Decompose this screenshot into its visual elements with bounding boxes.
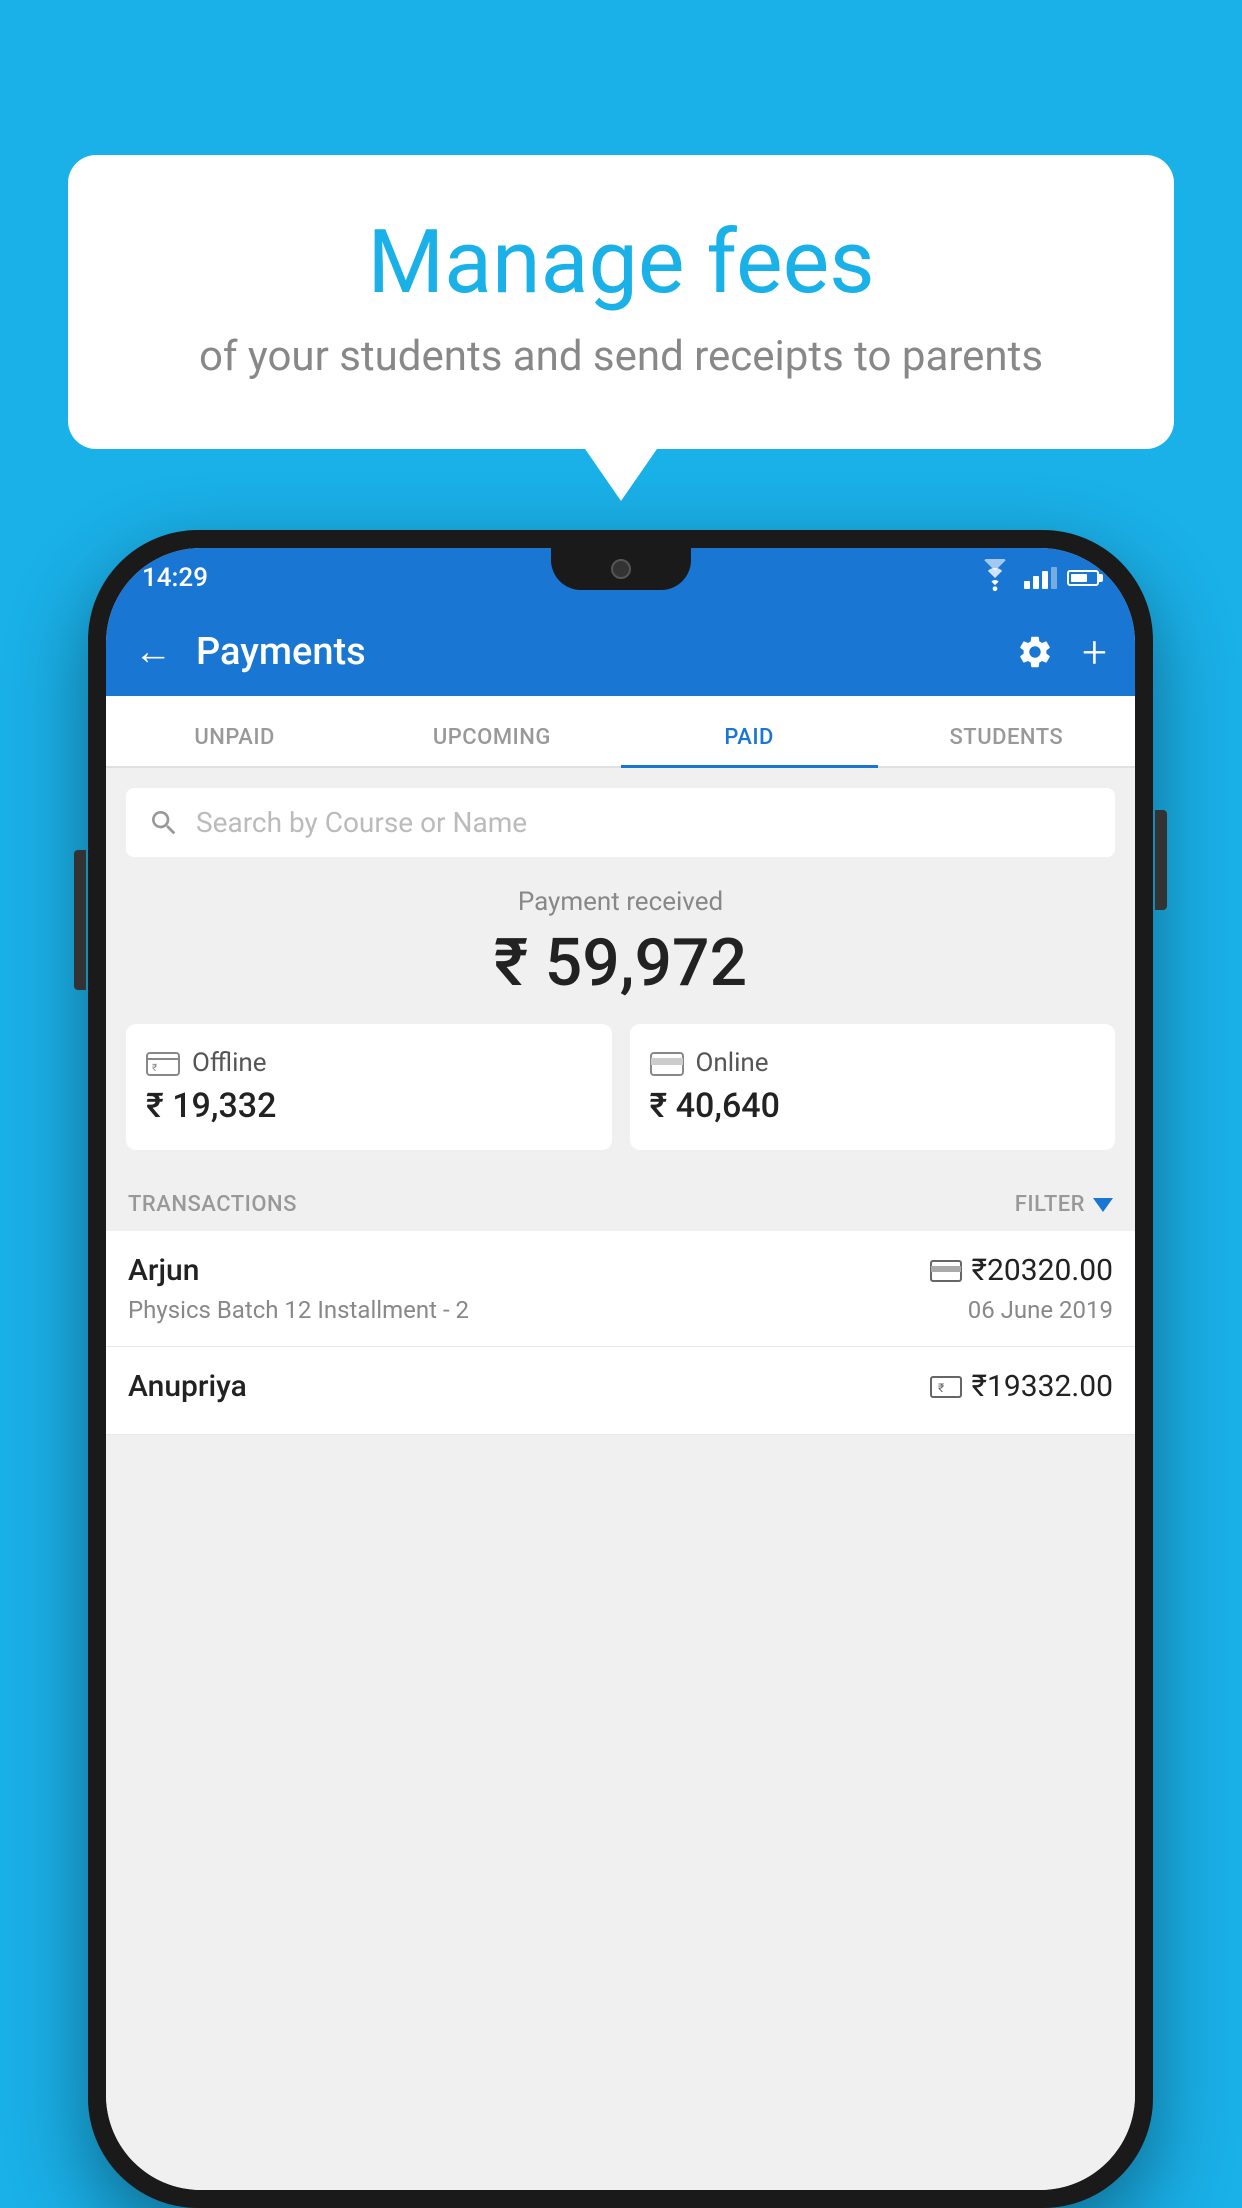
tab-students[interactable]: STUDENTS: [878, 725, 1135, 766]
bubble-title: Manage fees: [148, 215, 1094, 312]
filter-icon: [1093, 1198, 1113, 1212]
back-button[interactable]: ←: [134, 633, 172, 671]
phone-device: 14:29: [88, 530, 1153, 2208]
speech-bubble-container: Manage fees of your students and send re…: [68, 155, 1174, 449]
offline-payment-card: ₹ Offline ₹ 19,332: [126, 1024, 612, 1150]
transaction-top-2: Anupriya ₹ ₹19332.00: [128, 1369, 1113, 1404]
transaction-bottom: Physics Batch 12 Installment - 2 06 June…: [128, 1296, 1113, 1324]
transaction-top: Arjun ₹20320.00: [128, 1253, 1113, 1288]
tabs-bar: UNPAID UPCOMING PAID STUDENTS: [106, 696, 1135, 768]
speech-bubble: Manage fees of your students and send re…: [68, 155, 1174, 449]
add-button[interactable]: +: [1082, 630, 1107, 674]
search-icon: [148, 807, 180, 839]
tab-upcoming[interactable]: UPCOMING: [363, 725, 620, 766]
transactions-header: TRANSACTIONS FILTER: [106, 1170, 1135, 1231]
transaction-amount: ₹20320.00: [972, 1253, 1113, 1288]
transaction-row-anupriya[interactable]: Anupriya ₹ ₹19332.00: [106, 1347, 1135, 1435]
status-time: 14:29: [142, 563, 208, 593]
transactions-label: TRANSACTIONS: [128, 1192, 297, 1217]
settings-icon[interactable]: [1016, 633, 1054, 671]
phone-screen: 14:29: [106, 548, 1135, 2190]
camera-dot: [611, 559, 631, 579]
transaction-date: 06 June 2019: [968, 1296, 1113, 1324]
app-bar: ← Payments +: [106, 608, 1135, 696]
payment-cards: ₹ Offline ₹ 19,332: [126, 1024, 1115, 1150]
search-placeholder: Search by Course or Name: [196, 806, 527, 839]
status-icons: [976, 559, 1099, 597]
transaction-row-arjun[interactable]: Arjun ₹20320.00 Physics Batch 12 Install…: [106, 1231, 1135, 1347]
filter-button[interactable]: FILTER: [1015, 1192, 1113, 1217]
transaction-name: Arjun: [128, 1253, 199, 1288]
battery-fill: [1071, 574, 1087, 582]
online-label: Online: [696, 1048, 769, 1078]
bubble-subtitle: of your students and send receipts to pa…: [148, 330, 1094, 385]
payment-summary: Payment received ₹ 59,972 ₹ Offl: [106, 857, 1135, 1170]
phone-notch: [551, 548, 691, 590]
online-payment-icon: [930, 1259, 962, 1283]
offline-payment-icon: ₹: [930, 1375, 962, 1399]
transaction-amount-area: ₹20320.00: [930, 1253, 1113, 1288]
transaction-amount-area-2: ₹ ₹19332.00: [930, 1369, 1113, 1404]
battery-icon: [1067, 570, 1099, 586]
search-bar[interactable]: Search by Course or Name: [126, 788, 1115, 857]
offline-amount: ₹ 19,332: [146, 1086, 592, 1126]
wifi-icon: [976, 559, 1014, 597]
tab-paid[interactable]: PAID: [621, 725, 878, 766]
app-bar-title: Payments: [196, 630, 1016, 674]
online-amount: ₹ 40,640: [650, 1086, 1096, 1126]
transaction-name-2: Anupriya: [128, 1369, 247, 1404]
payment-received-label: Payment received: [126, 887, 1115, 917]
app-bar-actions: +: [1016, 630, 1107, 674]
tab-unpaid[interactable]: UNPAID: [106, 725, 363, 766]
payment-total-amount: ₹ 59,972: [126, 925, 1115, 1002]
svg-text:₹: ₹: [152, 1063, 157, 1074]
online-icon: [650, 1049, 684, 1077]
phone-outer: 14:29: [88, 530, 1153, 2208]
svg-text:₹: ₹: [938, 1381, 944, 1395]
transaction-amount-2: ₹19332.00: [972, 1369, 1113, 1404]
signal-icon: [1024, 567, 1057, 589]
offline-label: Offline: [192, 1048, 267, 1078]
filter-label: FILTER: [1015, 1192, 1085, 1217]
transaction-course: Physics Batch 12 Installment - 2: [128, 1296, 469, 1324]
content-area: Search by Course or Name Payment receive…: [106, 768, 1135, 2190]
offline-icon: ₹: [146, 1049, 180, 1077]
offline-card-header: ₹ Offline: [146, 1048, 592, 1078]
online-card-header: Online: [650, 1048, 1096, 1078]
online-payment-card: Online ₹ 40,640: [630, 1024, 1116, 1150]
